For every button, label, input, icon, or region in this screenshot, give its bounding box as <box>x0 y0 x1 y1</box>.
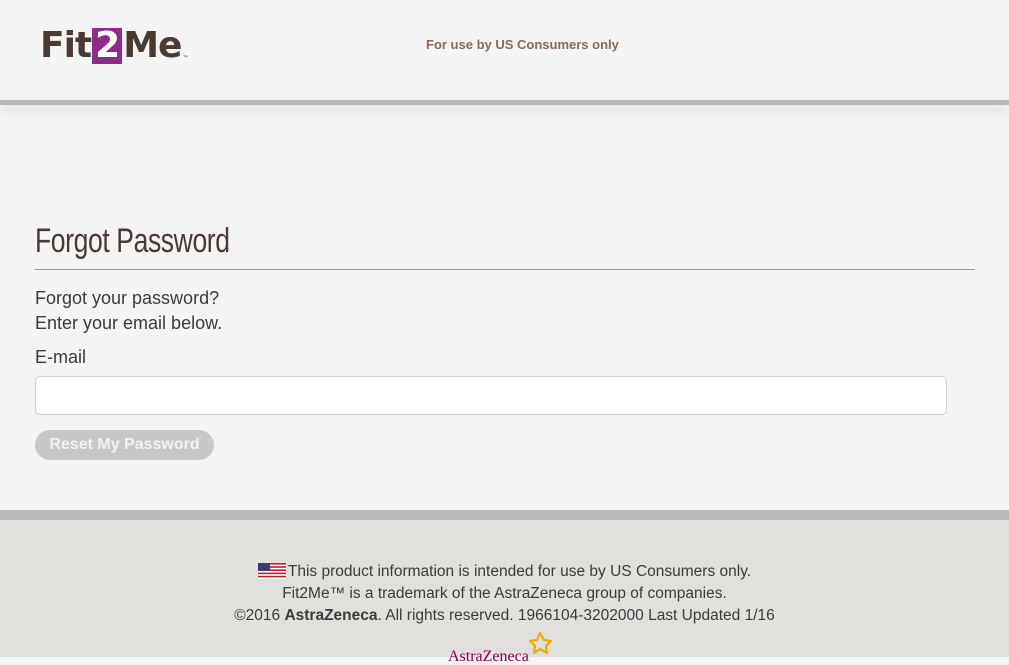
us-flag-icon <box>257 563 286 579</box>
intro-text: Forgot your password? Enter your email b… <box>35 286 222 336</box>
header-divider <box>0 100 1009 105</box>
astrazeneca-symbol-icon <box>528 631 552 655</box>
logo-suffix: Me <box>123 25 182 66</box>
title-divider <box>35 269 975 270</box>
email-label: E-mail <box>35 347 87 367</box>
footer-disclaimer: This product information is intended for… <box>0 563 1009 581</box>
logo-box: 2 <box>92 28 123 64</box>
fit2me-logo[interactable]: Fit 2 Me ™ <box>40 26 188 66</box>
copyright-brand: AstraZeneca <box>284 607 378 624</box>
us-consumers-note: For use by US Consumers only <box>426 37 619 52</box>
site-header: Fit 2 Me ™ For use by US Consumers only <box>0 0 1009 100</box>
email-input[interactable] <box>35 376 947 415</box>
site-footer: This product information is intended for… <box>0 520 1009 665</box>
footer-disclaimer-text: This product information is intended for… <box>287 563 752 580</box>
reset-password-button[interactable]: Reset My Password <box>35 430 214 460</box>
footer-copyright: ©2016 AstraZeneca. All rights reserved. … <box>0 607 1009 625</box>
logo-trademark: ™ <box>182 55 189 62</box>
intro-line-1: Forgot your password? <box>35 288 220 308</box>
astrazeneca-logo[interactable]: AstraZeneca <box>448 631 553 665</box>
logo-prefix: Fit <box>40 25 92 66</box>
page-title: Forgot Password <box>35 222 230 260</box>
footer-trademark: Fit2Me™ is a trademark of the AstraZenec… <box>282 585 727 602</box>
footer-divider <box>0 510 1009 520</box>
copyright-suffix: . All rights reserved. 1966104-3202000 L… <box>377 607 775 624</box>
intro-line-2: Enter your email below. <box>35 313 223 333</box>
copyright-prefix: ©2016 <box>234 607 285 624</box>
astrazeneca-logo-text: AstraZeneca <box>448 648 529 665</box>
